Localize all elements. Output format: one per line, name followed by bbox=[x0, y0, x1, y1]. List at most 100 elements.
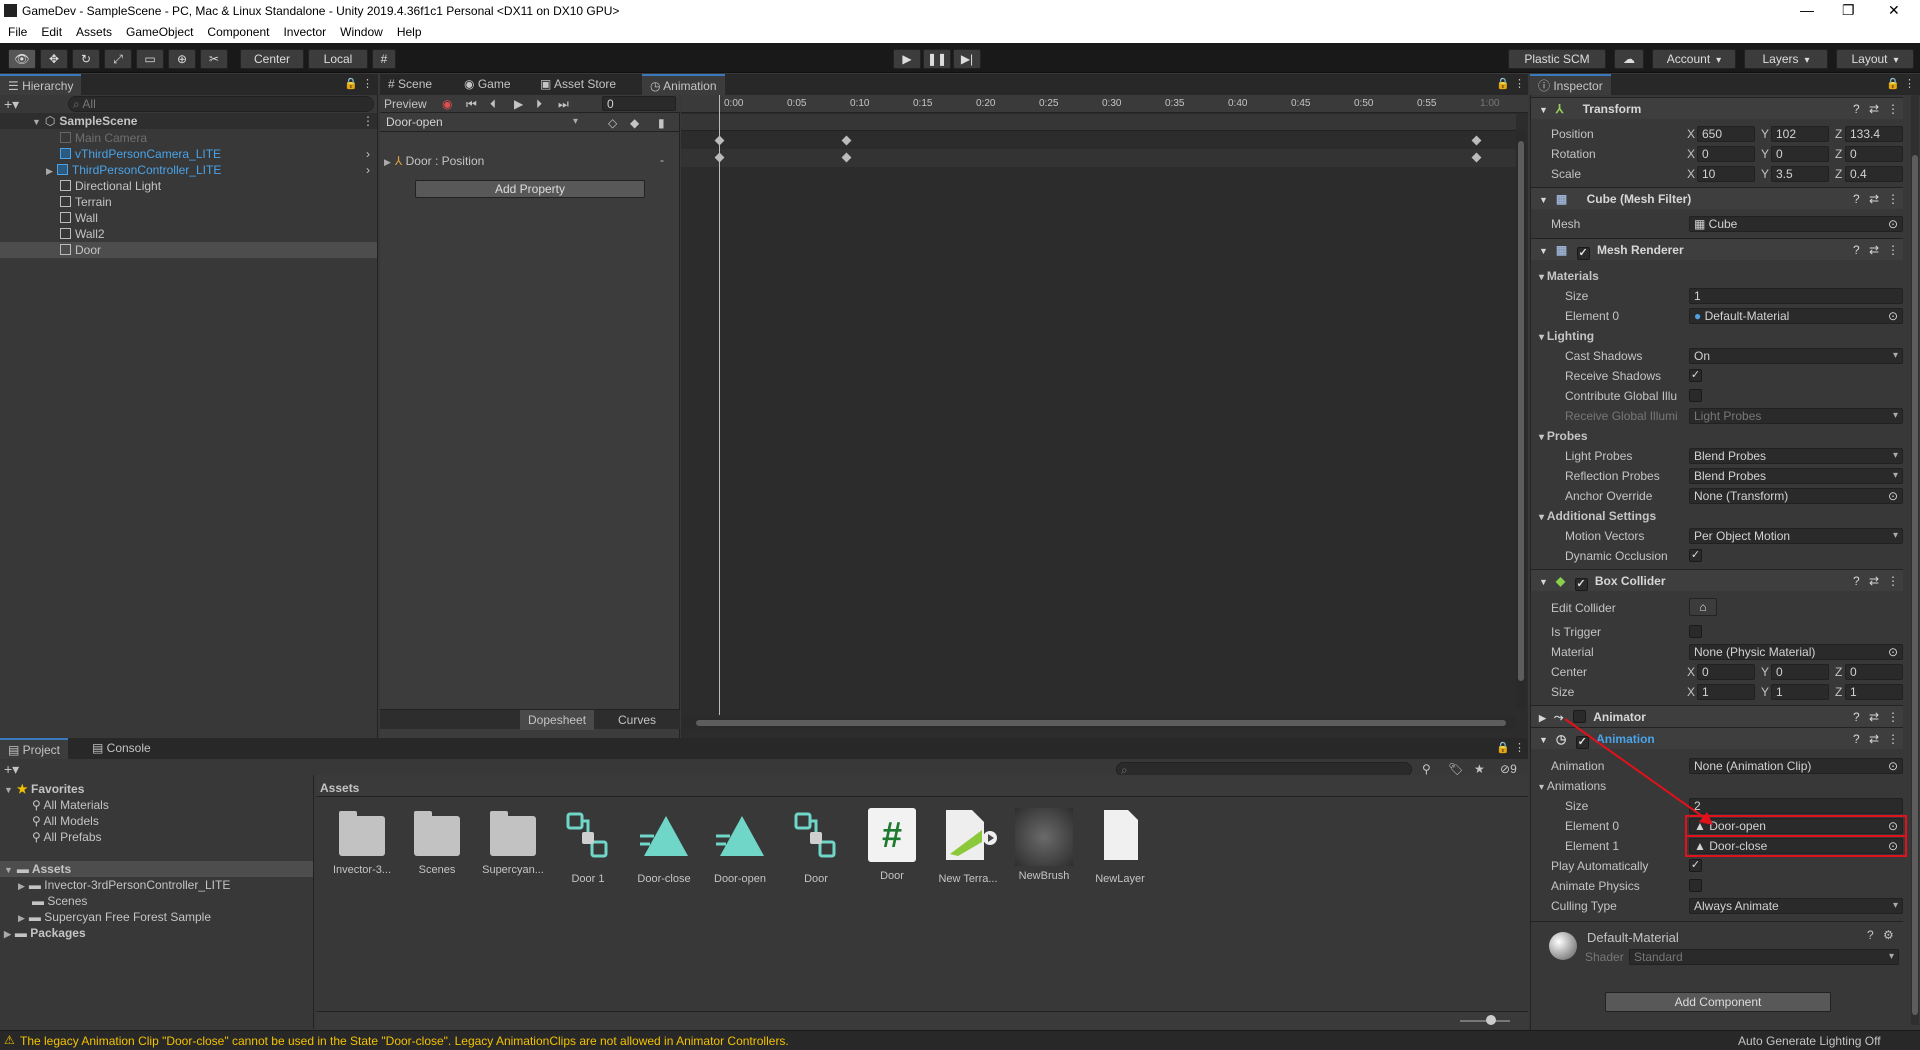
probes-foldout[interactable]: Probes bbox=[1539, 429, 1588, 443]
create-plus-icon[interactable]: +▾ bbox=[4, 96, 19, 113]
frame-field[interactable]: 0 bbox=[602, 96, 676, 111]
help-icon[interactable]: ? bbox=[1853, 98, 1860, 120]
size-z-field[interactable]: 1 bbox=[1845, 684, 1903, 700]
favorite-item[interactable]: ⚲ All Prefabs bbox=[32, 829, 102, 845]
menu-gameobject[interactable]: GameObject bbox=[126, 23, 193, 39]
step-icon[interactable]: ▶| bbox=[953, 49, 981, 69]
expand-icon[interactable]: ▼ bbox=[32, 114, 41, 130]
layout-dropdown[interactable]: Layout bbox=[1836, 49, 1914, 69]
reflection-probes-dropdown[interactable]: Blend Probes bbox=[1689, 468, 1903, 484]
asset-item[interactable]: Door-close bbox=[628, 808, 700, 885]
assets-folder-item[interactable]: ▼ ▬ Assets bbox=[0, 861, 313, 877]
tab-console[interactable]: ▤ Console bbox=[84, 738, 159, 759]
help-icon[interactable]: ? bbox=[1853, 188, 1860, 210]
menu-help[interactable]: Help bbox=[397, 23, 422, 39]
scene-row[interactable]: ▼ ⬡ SampleScene ⋮ bbox=[0, 113, 377, 129]
size-x-field[interactable]: 1 bbox=[1697, 684, 1755, 700]
next-key-icon[interactable]: ⏵ bbox=[536, 97, 542, 112]
additional-settings-foldout[interactable]: Additional Settings bbox=[1539, 509, 1656, 523]
menu-component[interactable]: Component bbox=[207, 23, 269, 39]
add-keyframe-icon[interactable]: ◆ bbox=[630, 116, 639, 130]
help-icon[interactable]: ? bbox=[1853, 570, 1860, 592]
move-tool-icon[interactable]: ✥ bbox=[40, 49, 68, 69]
rotation-z-field[interactable]: 0 bbox=[1845, 146, 1903, 162]
component-menu-icon[interactable]: ⋮ bbox=[1887, 239, 1899, 261]
kebab-menu-icon[interactable]: ⋮ bbox=[362, 77, 373, 90]
asset-item[interactable]: New Terra... bbox=[932, 808, 1004, 885]
object-picker-icon[interactable]: ⊙ bbox=[1888, 759, 1898, 773]
asset-item[interactable]: Supercyan... bbox=[477, 808, 549, 876]
favorite-star-icon[interactable]: ★ bbox=[1474, 762, 1485, 776]
mesh-filter-header[interactable]: ▼ ▦ Cube (Mesh Filter) ? ⇄ ⋮ bbox=[1531, 187, 1903, 209]
scale-y-field[interactable]: 3.5 bbox=[1771, 166, 1829, 182]
object-picker-icon[interactable]: ⊙ bbox=[1888, 645, 1898, 659]
packages-item[interactable]: ▶ ▬ Packages bbox=[4, 925, 86, 941]
pivot-space-toggle[interactable]: Local bbox=[308, 49, 368, 69]
hierarchy-item[interactable]: Wall bbox=[60, 210, 98, 226]
kebab-menu-icon[interactable]: ⋮ bbox=[1904, 77, 1915, 90]
record-icon[interactable]: ◉ bbox=[442, 97, 452, 111]
preset-icon[interactable]: ⇄ bbox=[1869, 98, 1879, 120]
maximize-button[interactable]: ❐ bbox=[1842, 2, 1855, 19]
menu-window[interactable]: Window bbox=[340, 23, 383, 39]
asset-item[interactable]: NewLayer bbox=[1084, 808, 1156, 885]
hierarchy-item[interactable]: ▶ ThirdPersonController_LITE bbox=[46, 162, 221, 178]
lighting-foldout[interactable]: Lighting bbox=[1539, 329, 1594, 343]
center-x-field[interactable]: 0 bbox=[1697, 664, 1755, 680]
help-icon[interactable]: ? bbox=[1867, 928, 1874, 942]
tab-hierarchy[interactable]: ☰ Hierarchy bbox=[0, 74, 82, 95]
component-menu-icon[interactable]: ⋮ bbox=[1887, 706, 1899, 728]
hierarchy-item[interactable]: Main Camera bbox=[60, 130, 147, 146]
folder-item[interactable]: ▬ Scenes bbox=[32, 893, 87, 909]
asset-item[interactable]: Scenes bbox=[401, 808, 473, 876]
asset-item[interactable]: # Door bbox=[856, 808, 928, 882]
component-menu-icon[interactable]: ⋮ bbox=[1887, 98, 1899, 120]
object-picker-icon[interactable]: ⊙ bbox=[1888, 217, 1898, 231]
property-row[interactable]: ▶ ⅄ Door : Position bbox=[384, 153, 484, 169]
menu-file[interactable]: File bbox=[8, 23, 27, 39]
animate-physics-checkbox[interactable] bbox=[1689, 879, 1702, 892]
is-trigger-checkbox[interactable] bbox=[1689, 625, 1702, 638]
curves-tab[interactable]: Curves bbox=[610, 710, 664, 730]
expand-icon[interactable]: ▶ bbox=[384, 154, 391, 170]
position-z-field[interactable]: 133.4 bbox=[1845, 126, 1903, 142]
receive-shadows-checkbox[interactable]: ✓ bbox=[1689, 369, 1702, 382]
help-icon[interactable]: ? bbox=[1853, 706, 1860, 728]
scale-x-field[interactable]: 10 bbox=[1697, 166, 1755, 182]
dopesheet-tab[interactable]: Dopesheet bbox=[520, 710, 595, 730]
play-icon[interactable]: ▶ bbox=[514, 97, 523, 111]
transform-header[interactable]: ▼ ⅄ Transform ? ⇄ ⋮ bbox=[1531, 97, 1903, 119]
custom-tool-icon[interactable]: ✂ bbox=[200, 49, 228, 69]
position-x-field[interactable]: 650 bbox=[1697, 126, 1755, 142]
menu-invector[interactable]: Invector bbox=[283, 23, 326, 39]
favorites-item[interactable]: ▼ ★ Favorites bbox=[4, 781, 84, 797]
tab-game[interactable]: ◉ Game bbox=[456, 74, 519, 95]
hierarchy-item[interactable]: Terrain bbox=[60, 194, 112, 210]
preset-icon[interactable]: ⇄ bbox=[1869, 188, 1879, 210]
component-menu-icon[interactable]: ⋮ bbox=[1887, 188, 1899, 210]
rect-tool-icon[interactable]: ▭ bbox=[136, 49, 164, 69]
filter-label-icon[interactable]: 🏷 bbox=[1448, 762, 1463, 776]
preset-icon[interactable]: ⇄ bbox=[1869, 570, 1879, 592]
component-menu-icon[interactable]: ⋮ bbox=[1887, 728, 1899, 750]
lighting-status[interactable]: Auto Generate Lighting Off bbox=[1738, 1034, 1881, 1048]
edit-collider-icon[interactable]: ⌂ bbox=[1689, 598, 1717, 616]
object-picker-icon[interactable]: ⊙ bbox=[1888, 489, 1898, 503]
hierarchy-item[interactable]: Wall2 bbox=[60, 226, 105, 242]
tab-asset-store[interactable]: ▣ Asset Store bbox=[532, 74, 624, 95]
zoom-slider[interactable] bbox=[1486, 1015, 1496, 1025]
warning-message[interactable]: The legacy Animation Clip "Door-close" c… bbox=[20, 1034, 789, 1048]
hierarchy-item[interactable]: Directional Light bbox=[60, 178, 161, 194]
scale-z-field[interactable]: 0.4 bbox=[1845, 166, 1903, 182]
add-component-button[interactable]: Add Component bbox=[1605, 992, 1831, 1012]
layers-dropdown[interactable]: Layers bbox=[1744, 49, 1828, 69]
help-icon[interactable]: ? bbox=[1853, 728, 1860, 750]
first-key-icon[interactable]: ⏮ bbox=[466, 97, 477, 112]
center-z-field[interactable]: 0 bbox=[1845, 664, 1903, 680]
shader-dropdown[interactable]: Standard bbox=[1629, 949, 1899, 965]
tab-scene[interactable]: # Scene bbox=[380, 74, 440, 95]
mesh-renderer-header[interactable]: ▼ ▦ ✓ Mesh Renderer ? ⇄ ⋮ bbox=[1531, 238, 1903, 260]
kebab-menu-icon[interactable]: ⋮ bbox=[1514, 741, 1525, 754]
animation-clip-field[interactable]: None (Animation Clip) ⊙ bbox=[1689, 758, 1903, 774]
preset-icon[interactable]: ⇄ bbox=[1869, 239, 1879, 261]
